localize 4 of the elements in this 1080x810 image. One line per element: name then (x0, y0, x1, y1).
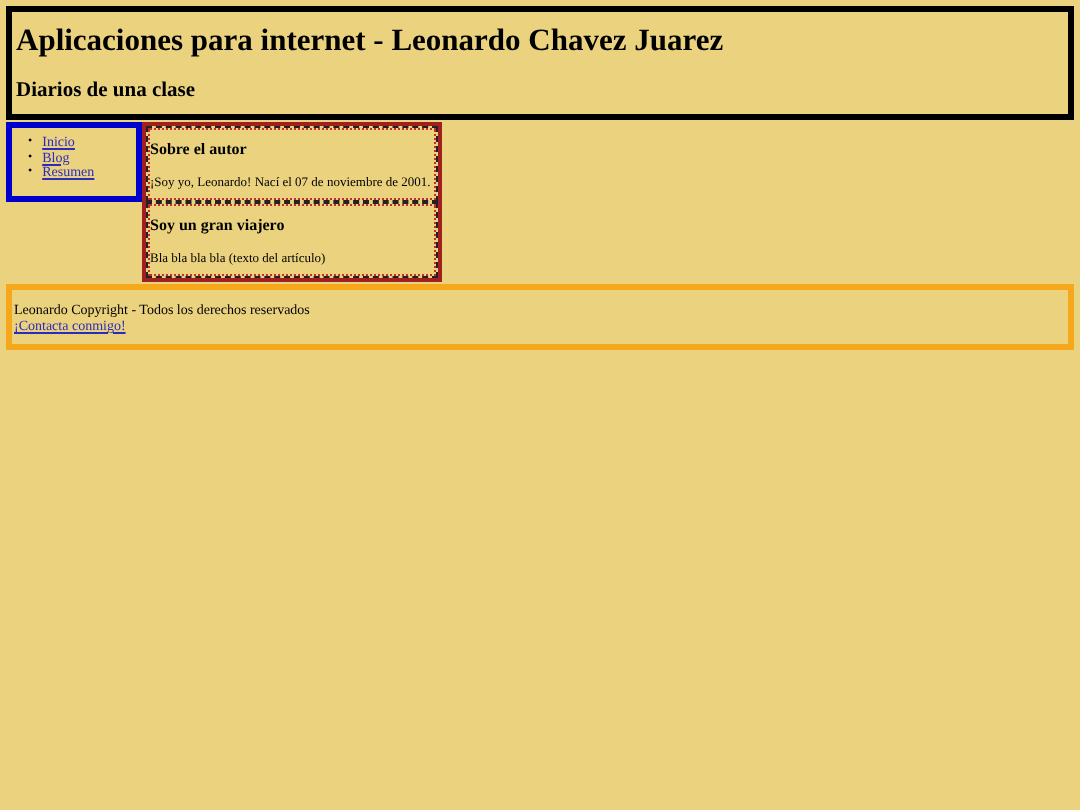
article-title: Sobre el autor (150, 140, 249, 158)
page-title: Aplicaciones para internet - Leonardo Chavez Juarez (16, 24, 726, 60)
article-title: Soy un gran viajero (150, 216, 287, 234)
page-subtitle: Diarios de una clase (16, 80, 198, 102)
